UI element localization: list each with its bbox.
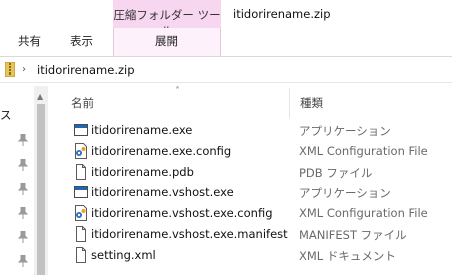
file-row[interactable]: itidorirename.exe.config XML Configurati… xyxy=(68,141,452,161)
breadcrumb-chevron-icon[interactable]: › xyxy=(22,64,26,75)
zip-folder-icon xyxy=(5,62,15,77)
file-row[interactable]: itidorirename.vshost.exe.manifest MANIFE… xyxy=(68,224,452,244)
file-row[interactable]: setting.xml XML ドキュメント xyxy=(68,245,452,265)
tab-extract[interactable]: 展開 xyxy=(155,33,178,49)
pin-icon xyxy=(18,134,28,146)
nav-scrollbar[interactable]: ▲ xyxy=(34,86,48,275)
column-header-name[interactable]: 名前 xyxy=(71,95,94,111)
file-icon xyxy=(76,247,86,263)
scroll-up-arrow-icon[interactable]: ▲ xyxy=(37,92,43,101)
file-name: itidorirename.exe.config xyxy=(91,144,232,158)
tab-share[interactable]: 共有 xyxy=(18,33,41,49)
file-type: アプリケーション xyxy=(299,186,391,200)
window-title: itidorirename.zip xyxy=(233,7,331,21)
scrollbar-thumb[interactable] xyxy=(37,104,45,275)
address-divider xyxy=(0,82,452,83)
file-name: itidorirename.vshost.exe xyxy=(91,185,234,199)
file-name: itidorirename.pdb xyxy=(91,165,194,179)
ribbon-divider xyxy=(0,56,452,57)
context-tab-group: 圧縮フォルダー ツール xyxy=(113,0,221,38)
file-type: XML Configuration File xyxy=(299,144,428,158)
file-list: ˄ 名前 種類 itidorirename.exe アプリケーション itido… xyxy=(48,86,452,275)
ribbon-tab-strip: 圧縮フォルダー ツール itidorirename.zip 共有 表示 展開 xyxy=(0,0,452,58)
pin-icon xyxy=(18,207,28,219)
pin-icon xyxy=(18,183,28,195)
file-type: XML Configuration File xyxy=(299,206,428,220)
pin-icon xyxy=(18,159,28,171)
breadcrumb-path[interactable]: itidorirename.zip xyxy=(37,63,135,77)
tab-view[interactable]: 表示 xyxy=(70,33,93,49)
file-icon xyxy=(76,164,86,180)
column-header-type[interactable]: 種類 xyxy=(300,95,323,111)
file-name: itidorirename.exe xyxy=(91,123,193,137)
file-type: MANIFEST ファイル xyxy=(299,228,407,242)
file-row[interactable]: itidorirename.vshost.exe.config XML Conf… xyxy=(68,203,452,223)
file-name: setting.xml xyxy=(91,248,156,262)
exe-icon xyxy=(74,124,88,136)
pin-icon xyxy=(18,231,28,243)
column-divider[interactable] xyxy=(289,88,290,118)
file-icon xyxy=(76,226,86,242)
address-bar[interactable]: › itidorirename.zip xyxy=(0,58,452,82)
file-type: XML ドキュメント xyxy=(299,249,396,263)
file-type: アプリケーション xyxy=(299,124,391,138)
file-name: itidorirename.vshost.exe.config xyxy=(91,206,273,220)
file-row[interactable]: itidorirename.pdb PDB ファイル xyxy=(68,162,452,182)
navigation-pane: ス xyxy=(0,86,34,275)
sort-ascending-icon: ˄ xyxy=(175,86,180,97)
config-icon xyxy=(75,143,87,159)
file-row[interactable]: itidorirename.vshost.exe アプリケーション xyxy=(68,182,452,202)
file-row[interactable]: itidorirename.exe アプリケーション xyxy=(68,120,452,140)
file-name: itidorirename.vshost.exe.manifest xyxy=(91,227,288,241)
file-type: PDB ファイル xyxy=(299,166,373,180)
pin-icon xyxy=(18,255,28,267)
quick-access-label[interactable]: ス xyxy=(0,107,12,123)
exe-icon xyxy=(74,186,88,198)
config-icon xyxy=(75,205,87,221)
